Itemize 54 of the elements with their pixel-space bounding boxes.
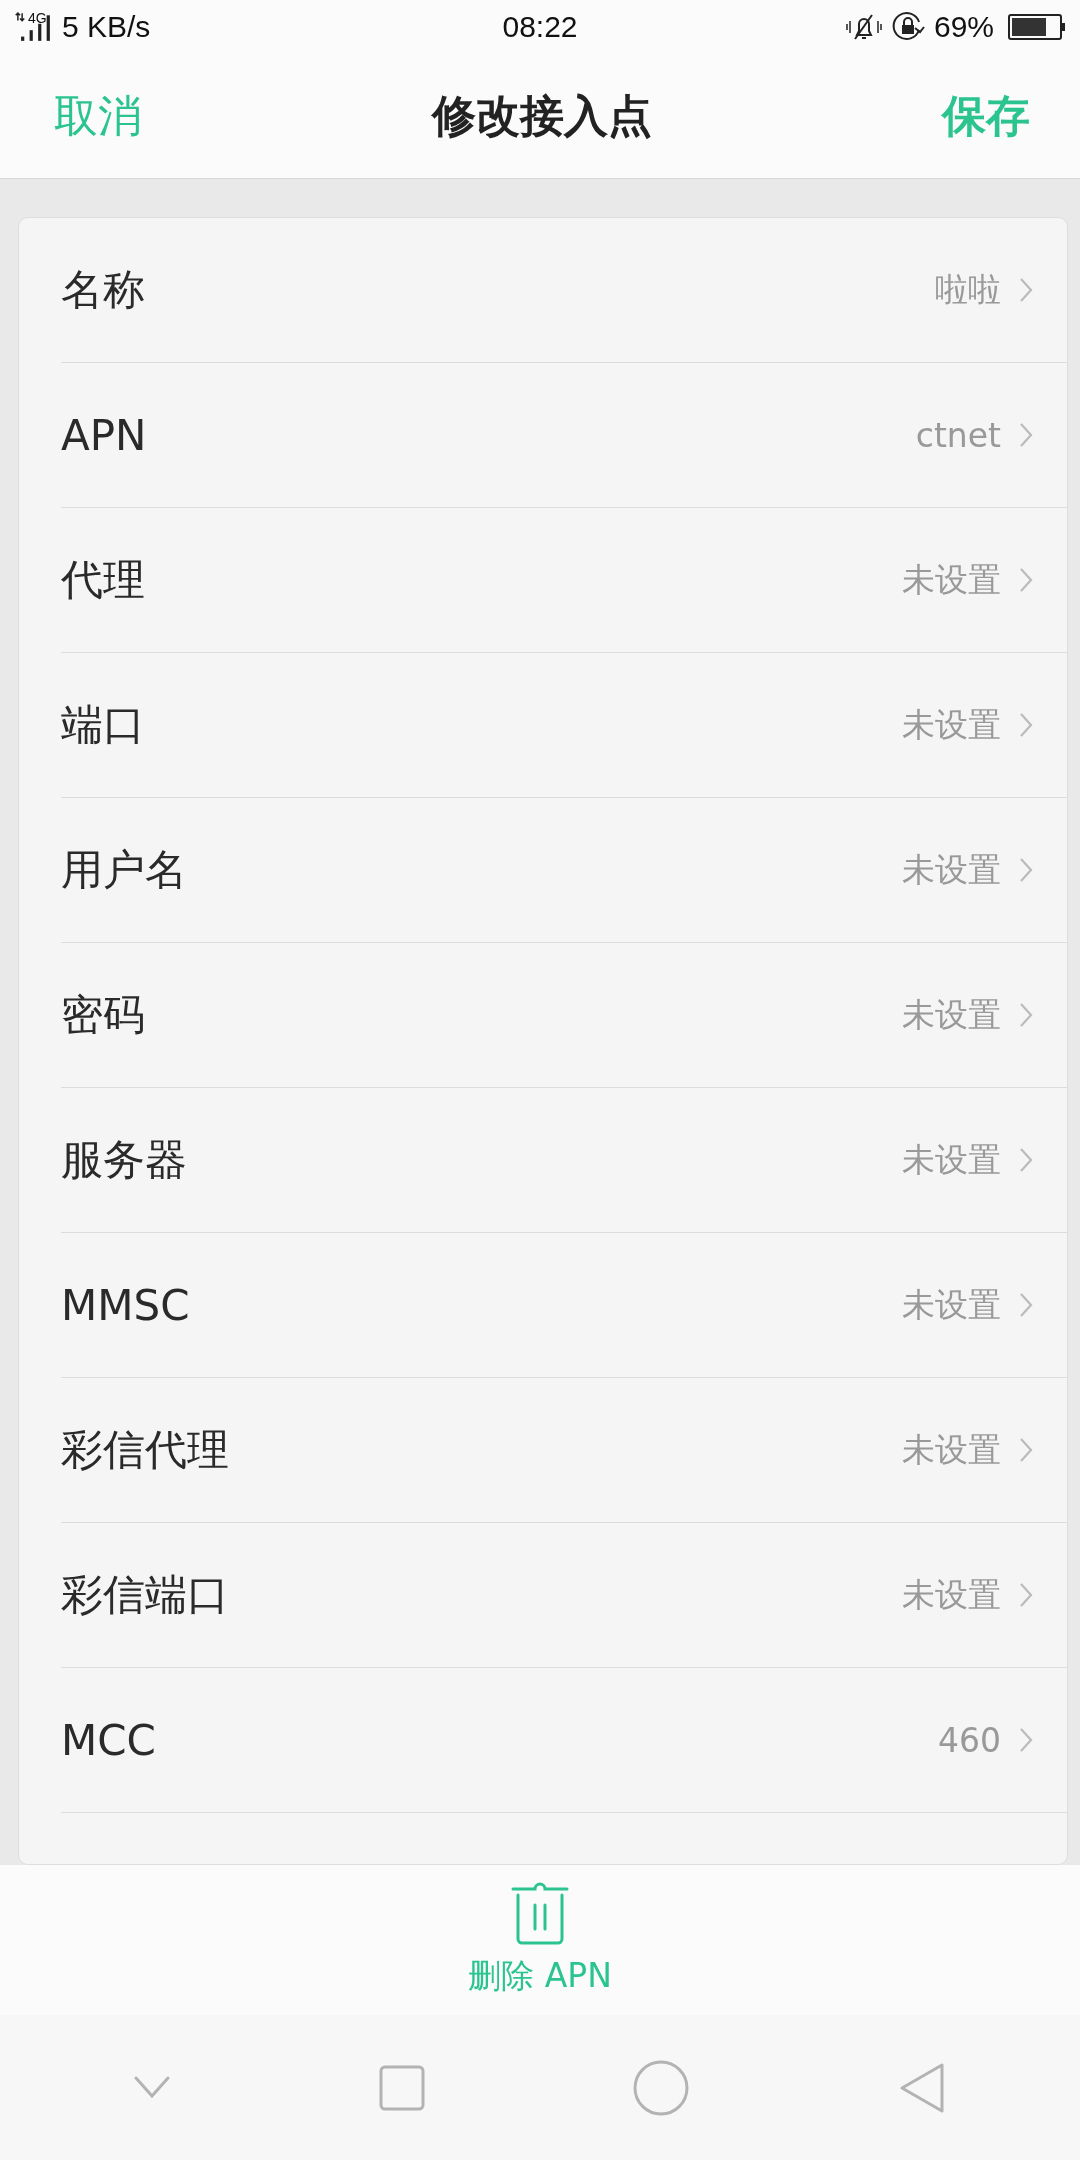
chevron-right-icon	[1019, 422, 1033, 448]
setting-row[interactable]: APN ctnet	[61, 363, 1067, 508]
setting-value: 未设置	[902, 1138, 1001, 1181]
chevron-down-icon[interactable]	[134, 2075, 171, 2100]
setting-value: 啦啦	[935, 268, 1001, 311]
chevron-right-icon	[1019, 1002, 1033, 1028]
setting-row[interactable]: 密码 未设置	[61, 943, 1067, 1088]
setting-label: 密码	[61, 989, 146, 1041]
setting-label: 代理	[61, 554, 146, 606]
battery-percent: 69%	[933, 10, 994, 44]
setting-label: MCC	[61, 1715, 157, 1765]
chevron-right-icon	[1019, 1582, 1033, 1608]
page-title: 修改接入点	[432, 88, 652, 143]
setting-label: MMSC	[61, 1280, 191, 1330]
setting-row[interactable]: MMSC 未设置	[61, 1233, 1067, 1378]
setting-row[interactable]: 端口 未设置	[61, 653, 1067, 798]
chevron-right-icon	[1019, 712, 1033, 738]
battery-icon	[1008, 14, 1066, 40]
setting-value: 未设置	[902, 993, 1001, 1036]
setting-row[interactable]: 彩信端口 未设置	[61, 1523, 1067, 1668]
setting-row[interactable]: MCC 460	[61, 1668, 1067, 1813]
setting-row[interactable]: 彩信代理 未设置	[61, 1378, 1067, 1523]
setting-row[interactable]: 名称 啦啦	[61, 218, 1067, 363]
setting-value: ctnet	[915, 415, 1001, 455]
trash-icon	[511, 1881, 569, 1946]
setting-value: 460	[938, 1720, 1001, 1760]
chevron-right-icon	[1019, 567, 1033, 593]
chevron-right-icon	[1019, 1292, 1033, 1318]
setting-value: 未设置	[902, 558, 1001, 601]
setting-value: 未设置	[902, 1283, 1001, 1326]
setting-label: 用户名	[61, 844, 188, 896]
setting-value: 未设置	[902, 848, 1001, 891]
network-speed: 5 KB/s	[62, 10, 151, 44]
chevron-right-icon	[1019, 1727, 1033, 1753]
setting-row[interactable]: 用户名 未设置	[61, 798, 1067, 943]
recent-apps-icon[interactable]	[378, 2064, 425, 2111]
setting-row[interactable]: 服务器 未设置	[61, 1088, 1067, 1233]
chevron-right-icon	[1019, 277, 1033, 303]
setting-label: 名称	[61, 264, 146, 316]
setting-label: 端口	[61, 699, 146, 751]
chevron-right-icon	[1019, 1437, 1033, 1463]
network-type: 4G	[28, 10, 48, 26]
setting-value: 未设置	[902, 703, 1001, 746]
setting-value: 未设置	[902, 1573, 1001, 1616]
home-icon[interactable]	[633, 2059, 690, 2116]
setting-label: 彩信代理	[61, 1424, 230, 1476]
setting-label: 服务器	[61, 1134, 188, 1186]
chevron-right-icon	[1019, 1147, 1033, 1173]
setting-value: 未设置	[902, 1428, 1001, 1471]
setting-label: 彩信端口	[61, 1569, 230, 1621]
chevron-right-icon	[1019, 857, 1033, 883]
setting-label: APN	[61, 410, 148, 460]
setting-row[interactable]: 代理 未设置	[61, 508, 1067, 653]
clock: 08:22	[502, 10, 578, 44]
